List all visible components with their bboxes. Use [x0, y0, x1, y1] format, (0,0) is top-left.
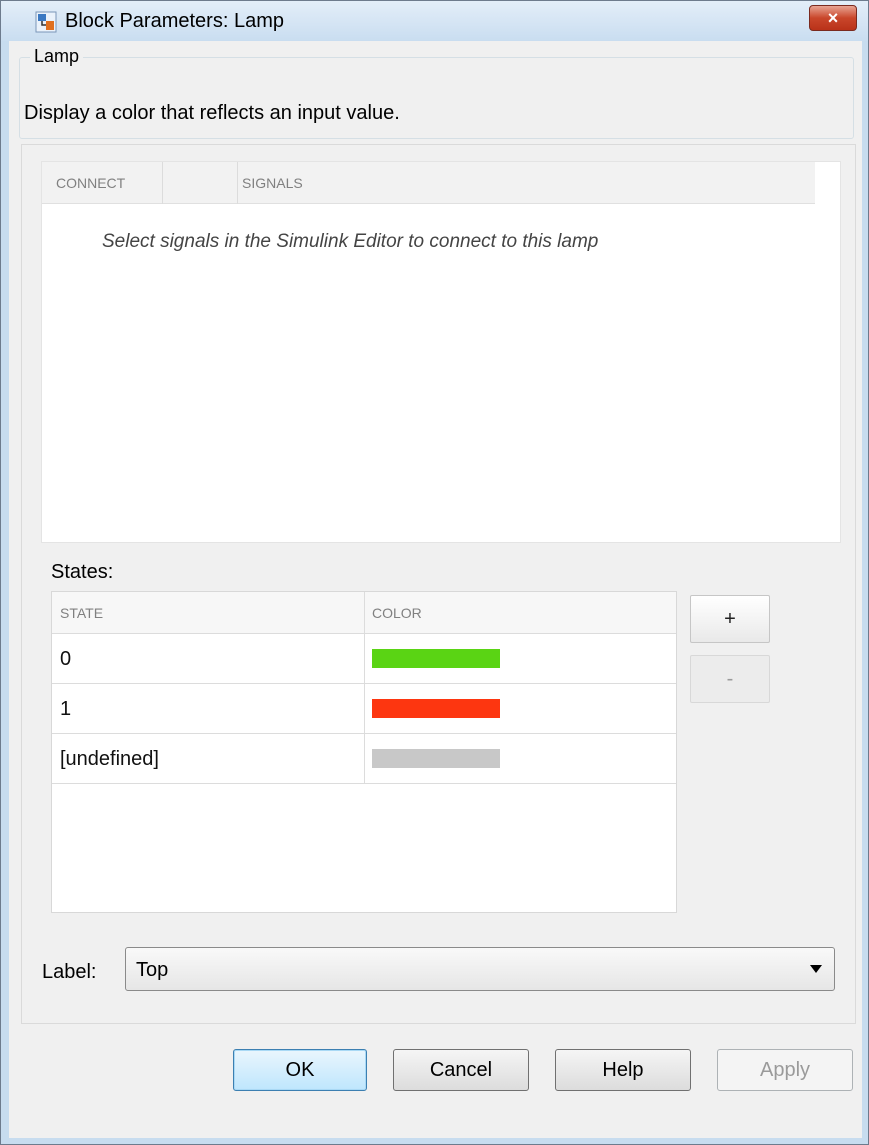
block-description: Display a color that reflects an input v…	[24, 102, 400, 124]
color-swatch[interactable]	[372, 649, 500, 668]
window-title: Block Parameters: Lamp	[65, 10, 284, 32]
add-state-button[interactable]: +	[690, 595, 770, 643]
description-group: Lamp Display a color that reflects an in…	[19, 46, 854, 139]
column-header-state[interactable]: STATE	[60, 605, 103, 621]
state-value[interactable]: [undefined]	[60, 748, 159, 771]
ok-button[interactable]: OK	[233, 1049, 367, 1091]
column-header-connect[interactable]: CONNECT	[56, 175, 125, 191]
states-table[interactable]: STATE COLOR 0 1 [undefined]	[51, 591, 677, 913]
minus-icon: -	[726, 667, 734, 690]
column-header-color[interactable]: COLOR	[372, 605, 422, 621]
label-position-value: Top	[136, 959, 169, 981]
color-swatch[interactable]	[372, 699, 500, 718]
close-icon: ×	[827, 7, 839, 28]
remove-state-button[interactable]: -	[690, 655, 770, 703]
help-button[interactable]: Help	[555, 1049, 691, 1091]
chevron-down-icon	[810, 965, 822, 973]
state-value[interactable]: 1	[60, 698, 71, 721]
state-value[interactable]: 0	[60, 648, 71, 671]
block-parameters-dialog: Block Parameters: Lamp × Lamp Display a …	[0, 0, 869, 1145]
signals-empty-message: Select signals in the Simulink Editor to…	[102, 231, 599, 252]
signals-table-header: CONNECT SIGNALS	[42, 162, 815, 204]
parameters-panel: CONNECT SIGNALS Select signals in the Si…	[21, 144, 856, 1024]
label-param-label: Label:	[42, 961, 97, 983]
cancel-button[interactable]: Cancel	[393, 1049, 529, 1091]
column-divider	[364, 592, 365, 784]
color-swatch[interactable]	[372, 749, 500, 768]
column-header-signals[interactable]: SIGNALS	[242, 175, 303, 191]
signals-table[interactable]: CONNECT SIGNALS Select signals in the Si…	[41, 161, 841, 543]
description-group-title: Lamp	[30, 46, 84, 67]
title-bar[interactable]: Block Parameters: Lamp ×	[1, 1, 868, 41]
simulink-block-icon	[35, 11, 57, 33]
apply-button[interactable]: Apply	[717, 1049, 853, 1091]
column-divider	[162, 162, 163, 204]
close-button[interactable]: ×	[809, 5, 857, 31]
plus-icon: +	[724, 607, 736, 630]
states-label: States:	[51, 561, 114, 583]
label-position-dropdown[interactable]: Top	[125, 947, 835, 991]
column-divider	[237, 162, 238, 204]
